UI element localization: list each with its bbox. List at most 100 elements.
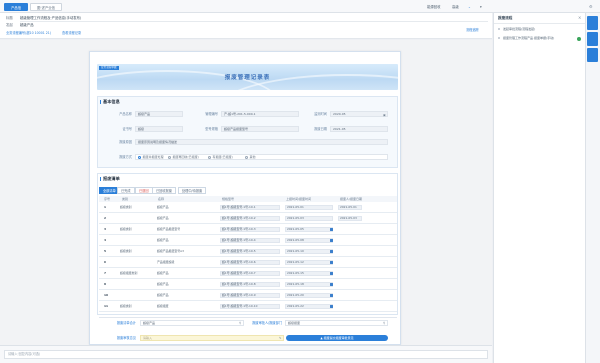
row-number: 4: [104, 238, 107, 242]
energy-menu[interactable]: 能源回收: [427, 4, 441, 10]
row-date: 2021-05-08: [287, 238, 304, 242]
row-category: 超级类别: [120, 205, 132, 209]
section-title: 基本信息: [103, 99, 120, 104]
side-button[interactable]: [587, 32, 598, 46]
radio-option[interactable]: 有报废(已报废): [208, 154, 233, 160]
view-flow-link[interactable]: 查看流程记录: [62, 31, 81, 36]
search-icon[interactable]: ⚲: [239, 321, 241, 325]
more-menu[interactable]: ▾: [480, 4, 482, 10]
scrap-date-field[interactable]: 2021-05: [330, 126, 388, 132]
row-name: 超级产品: [157, 293, 169, 297]
calendar-icon[interactable]: [330, 228, 333, 231]
row-name: 超级产品: [157, 238, 169, 242]
column-header: 规格型号: [222, 196, 235, 201]
sum-field[interactable]: 超级产品: [140, 320, 244, 326]
row-name: 超级产品: [157, 216, 169, 220]
submit-button[interactable]: ▲ 报废提交报废审批意见: [286, 335, 388, 341]
section-marker: [100, 177, 102, 181]
gear-icon[interactable]: ⚙: [589, 4, 593, 9]
side-button[interactable]: [587, 16, 598, 30]
field-label: 型号规格: [205, 127, 218, 131]
reply-input[interactable]: 请输入·回复内容(可选): [4, 350, 488, 359]
row-name: 超级产品报废型号A3: [157, 249, 184, 253]
section-marker: [100, 100, 102, 104]
tab-industry-info[interactable]: 图·述产业信: [30, 3, 63, 11]
row-date: 2021-05-10: [287, 249, 304, 253]
calendar-icon[interactable]: ▣: [383, 113, 386, 117]
column-header: 类别: [122, 196, 129, 201]
approver-field[interactable]: 超级报废: [285, 320, 388, 326]
radio-option[interactable]: 报废并报废处理: [138, 154, 164, 160]
sum-label: 报废清单合计: [116, 321, 136, 325]
monitor-time-field[interactable]: 2020-05: [330, 111, 388, 117]
chevron-down-icon[interactable]: ⌄: [468, 4, 471, 10]
row-name: 超级产品: [157, 271, 169, 275]
close-icon[interactable]: ×: [578, 15, 581, 20]
row-number: 10: [104, 293, 109, 297]
row-spec: 超1号-超级型号-1号-10-1: [222, 205, 256, 209]
radio-option[interactable]: 其他: [245, 154, 256, 160]
row-date: 2021-05-12: [287, 260, 304, 264]
section-title: 报废清单: [103, 176, 120, 181]
owner-label: 发起: [6, 23, 13, 27]
row-divider: [99, 289, 397, 290]
calendar-icon[interactable]: [330, 305, 333, 308]
column-header: 名称: [158, 196, 165, 201]
row-number: 1: [104, 205, 107, 209]
flow-trace-link[interactable]: 流程追踪: [466, 28, 479, 33]
calendar-icon[interactable]: [330, 239, 333, 242]
field-label: 报废日期: [314, 127, 327, 131]
row-category: 超级报废类别: [120, 271, 138, 275]
opinion-input[interactable]: 请输入: [140, 335, 284, 341]
calendar-icon[interactable]: [330, 272, 333, 275]
side-strip: [585, 13, 600, 363]
tab-processing[interactable]: 处理中/待报废: [178, 187, 207, 194]
manage-number-field[interactable]: 产-超1号-201-5-000-1: [221, 111, 299, 117]
radio-option[interactable]: 报废再回收(已报废): [168, 154, 199, 160]
scrap-reason-field[interactable]: 报废原因说明及报废情况描述: [135, 139, 388, 145]
row-number: 11: [104, 304, 109, 308]
step-item[interactable]: 发起审批流程(流程发起): [503, 26, 535, 32]
certificate-field[interactable]: 超级: [135, 126, 183, 132]
row-spec: 超1号-超级型号-1号-10-6: [222, 260, 256, 264]
tab-product-info[interactable]: 产品信: [4, 3, 29, 11]
owner-value: 超级产品: [20, 23, 34, 27]
calendar-icon[interactable]: [330, 250, 333, 253]
tab-returned[interactable]: 已退回: [135, 187, 153, 194]
product-name-field[interactable]: 超级产品: [135, 111, 183, 117]
document-banner: 业务流程单据 报废管理记录表: [97, 64, 398, 90]
tab-completed[interactable]: 已完成: [117, 187, 135, 194]
advanced-menu[interactable]: 高级: [452, 4, 459, 10]
field-label: 监测时间: [314, 112, 327, 116]
row-number: 3: [104, 227, 107, 231]
search-icon[interactable]: ⚲: [383, 321, 385, 325]
opinion-label: 报废审核意见: [116, 336, 136, 340]
row-divider: [99, 267, 397, 268]
row-category: 超级类别: [120, 249, 132, 253]
row-divider: [99, 212, 397, 213]
row-divider: [99, 245, 397, 246]
edit-icon[interactable]: ✎: [279, 336, 282, 340]
row-spec: 超1号-超级型号-1号-10-2: [222, 216, 256, 220]
row-spec: 超1号-超级型号-1号-10-4: [222, 238, 256, 242]
calendar-icon[interactable]: [330, 294, 333, 297]
message-header: 标题 超级管理工作流程及·产品信息(手动发布) 发起 超级产品 业务流程编号(超…: [0, 13, 492, 39]
reply-bar: 请输入·回复内容(可选): [0, 345, 492, 363]
divider: [494, 23, 586, 24]
flow-number-link[interactable]: 业务流程编号(超10 10001 21): [6, 31, 51, 36]
step-item[interactable]: 报废管理工作流程产品·报废单据(手动): [503, 35, 579, 41]
calendar-icon[interactable]: [330, 261, 333, 264]
title-label: 标题: [6, 16, 13, 20]
row-name: 超级报废: [157, 304, 169, 308]
row-person: 2021-05-03: [340, 216, 357, 220]
calendar-icon[interactable]: [330, 283, 333, 286]
model-spec-field[interactable]: 超级产品报废型号: [221, 126, 299, 132]
side-button[interactable]: [587, 48, 598, 62]
row-date: 2021-05-01: [287, 205, 304, 209]
row-spec: 超1号-超级型号-1号-10-9: [222, 293, 256, 297]
banner-title: 报废管理记录表: [224, 75, 271, 81]
field-label: 产品名称: [119, 112, 132, 116]
approver-label: 报废审批人/报废部门: [252, 321, 282, 325]
tab-recycled[interactable]: 已回收报废: [152, 187, 176, 194]
row-divider: [99, 256, 397, 257]
